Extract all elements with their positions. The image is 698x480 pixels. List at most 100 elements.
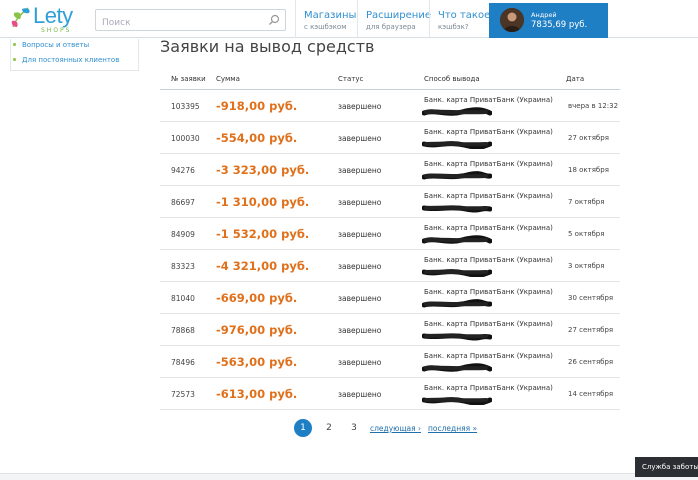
request-id: 103395: [171, 102, 200, 111]
withdrawal-sum: -1 532,00 руб.: [216, 227, 310, 241]
request-date: 27 октября: [568, 134, 609, 142]
logo-subtitle: SHOPS: [41, 27, 72, 34]
redacted-card-number: [422, 171, 492, 180]
withdrawal-sum: -1 310,00 руб.: [216, 195, 310, 209]
last-page-link[interactable]: последняя »: [428, 424, 477, 433]
status-text: завершено: [338, 230, 382, 239]
nav-shops[interactable]: Магазины с кэшбэком: [295, 0, 364, 38]
withdrawals-table: № заявки Сумма Статус Способ вывода Дата…: [160, 70, 620, 410]
page-2-button[interactable]: 2: [320, 419, 338, 437]
table-row: 83323 -4 321,00 руб. завершено Банк. карта …: [160, 250, 620, 282]
nav-what-is-cashback[interactable]: Что такое кэшбэк?: [429, 0, 498, 38]
table-row: 103395 -918,00 руб. завершено Банк. карта П…: [160, 90, 620, 122]
sidebar-link-regular-clients[interactable]: Для постоянных клиентов: [12, 56, 119, 64]
nav-extension-title: Расширение: [366, 10, 431, 21]
payout-method: Банк. карта ПриватБанк (Украина): [424, 288, 553, 296]
status-text: завершено: [338, 102, 382, 111]
request-date: 5 октября: [568, 230, 605, 238]
nav-extension-subtitle: для браузера: [366, 23, 416, 31]
status-text: завершено: [338, 134, 382, 143]
page-1-button[interactable]: 1: [294, 419, 312, 437]
request-id: 94276: [171, 166, 195, 175]
table-header: № заявки Сумма Статус Способ вывода Дата: [160, 70, 620, 90]
logo-text: Lety: [33, 3, 73, 28]
sidebar-link-faq[interactable]: Вопросы и ответы: [12, 41, 89, 49]
avatar[interactable]: [500, 8, 524, 32]
request-date: 26 сентября: [568, 358, 614, 366]
support-chat-button[interactable]: Служба заботы о клиентах: [635, 457, 698, 477]
request-date: 14 сентября: [568, 390, 614, 398]
table-row: 100030 -554,00 руб. завершено Банк. карта П…: [160, 122, 620, 154]
payout-method: Банк. карта ПриватБанк (Украина): [424, 224, 553, 232]
nav-extension[interactable]: Расширение для браузера: [357, 0, 439, 38]
user-menu[interactable]: Андрей 7835,69 руб.: [489, 3, 608, 38]
payout-method: Банк. карта ПриватБанк (Украина): [424, 160, 553, 168]
nav-shops-subtitle: с кэшбэком: [304, 23, 347, 31]
request-id: 78868: [171, 326, 195, 335]
user-name: Андрей: [531, 11, 557, 19]
table-row: 86697 -1 310,00 руб. завершено Банк. карта …: [160, 186, 620, 218]
search-icon[interactable]: [268, 14, 280, 26]
redacted-card-number: [422, 299, 492, 308]
table-row: 78496 -563,00 руб. завершено Банк. карта Пр…: [160, 346, 620, 378]
leaf-logo-icon: [11, 7, 30, 28]
payout-method: Банк. карта ПриватБанк (Украина): [424, 256, 553, 264]
page-edge: [690, 38, 698, 473]
user-balance: 7835,69 руб.: [531, 20, 588, 30]
nav-cashback-title: Что такое: [438, 10, 491, 21]
avatar-image: [500, 8, 524, 32]
payout-method: Банк. карта ПриватБанк (Украина): [424, 384, 553, 392]
withdrawal-sum: -613,00 руб.: [216, 387, 298, 401]
withdrawal-sum: -669,00 руб.: [216, 291, 298, 305]
redacted-card-number: [422, 107, 492, 116]
footer-bar: [0, 473, 698, 480]
withdrawal-sum: -4 321,00 руб.: [216, 259, 310, 273]
withdrawal-sum: -554,00 руб.: [216, 131, 298, 145]
request-date: 7 октября: [568, 198, 605, 206]
withdrawal-sum: -918,00 руб.: [216, 99, 298, 113]
table-row: 78868 -976,00 руб. завершено Банк. карта Пр…: [160, 314, 620, 346]
status-text: завершено: [338, 326, 382, 335]
table-row: 84909 -1 532,00 руб. завершено Банк. карта …: [160, 218, 620, 250]
withdrawal-sum: -563,00 руб.: [216, 355, 298, 369]
request-date: 3 октября: [568, 262, 605, 270]
redacted-card-number: [422, 235, 492, 244]
status-text: завершено: [338, 358, 382, 367]
payout-method: Банк. карта ПриватБанк (Украина): [424, 352, 553, 360]
column-header-sum: Сумма: [216, 75, 240, 83]
payout-method: Банк. карта ПриватБанк (Украина): [424, 192, 553, 200]
column-header-method: Способ вывода: [424, 75, 480, 83]
request-date: 18 октября: [568, 166, 609, 174]
redacted-card-number: [422, 397, 492, 405]
payout-method: Банк. карта ПриватБанк (Украина): [424, 320, 553, 328]
table-body: 103395 -918,00 руб. завершено Банк. карта П…: [160, 90, 620, 410]
request-date: вчера в 12:32: [568, 102, 619, 110]
withdrawal-sum: -976,00 руб.: [216, 323, 298, 337]
page-3-button[interactable]: 3: [345, 419, 363, 437]
request-id: 72573: [171, 390, 195, 399]
page-title: Заявки на вывод средств: [160, 37, 375, 56]
redacted-card-number: [422, 333, 492, 341]
request-date: 30 сентября: [568, 294, 614, 302]
column-header-status: Статус: [338, 75, 364, 83]
header: Lety SHOPS Магазины с кэшбэком Расширени…: [0, 0, 698, 38]
table-row: 72573 -613,00 руб. завершено Банк. карта Пр…: [160, 378, 620, 410]
column-header-id: № заявки: [171, 75, 206, 83]
request-id: 86697: [171, 198, 195, 207]
request-date: 27 сентября: [568, 326, 614, 334]
table-row: 81040 -669,00 руб. завершено Банк. карта Пр…: [160, 282, 620, 314]
request-id: 78496: [171, 358, 195, 367]
withdrawal-sum: -3 323,00 руб.: [216, 163, 310, 177]
table-row: 94276 -3 323,00 руб. завершено Банк. карта …: [160, 154, 620, 186]
redacted-card-number: [422, 363, 492, 372]
payout-method: Банк. карта ПриватБанк (Украина): [424, 96, 553, 104]
logo[interactable]: Lety SHOPS: [10, 3, 73, 35]
column-header-date: Дата: [566, 75, 585, 83]
request-id: 81040: [171, 294, 195, 303]
search-box: [95, 9, 286, 33]
request-id: 100030: [171, 134, 200, 143]
status-text: завершено: [338, 390, 382, 399]
next-page-link[interactable]: следующая ›: [370, 424, 421, 433]
search-input[interactable]: [96, 13, 256, 33]
redacted-card-number: [422, 269, 492, 277]
